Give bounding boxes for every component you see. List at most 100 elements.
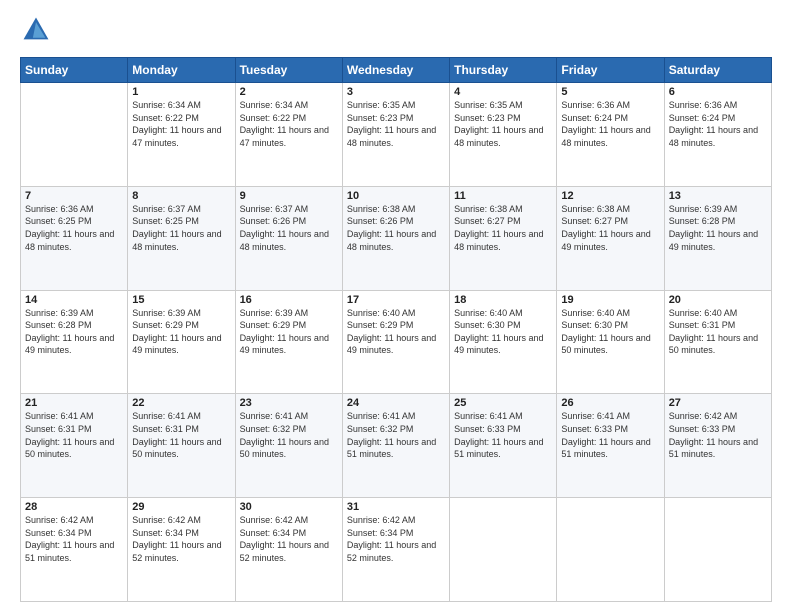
day-number: 14 [25,294,123,306]
day-number: 25 [454,397,552,409]
day-number: 29 [132,501,230,513]
day-info: Sunrise: 6:41 AMSunset: 6:32 PMDaylight:… [347,410,445,460]
day-number: 1 [132,86,230,98]
day-cell: 20 Sunrise: 6:40 AMSunset: 6:31 PMDaylig… [664,290,771,394]
day-info: Sunrise: 6:41 AMSunset: 6:33 PMDaylight:… [454,410,552,460]
logo-icon [22,16,50,44]
day-info: Sunrise: 6:39 AMSunset: 6:28 PMDaylight:… [669,203,767,253]
day-number: 15 [132,294,230,306]
logo [20,16,50,49]
day-cell [21,83,128,187]
day-cell: 5 Sunrise: 6:36 AMSunset: 6:24 PMDayligh… [557,83,664,187]
day-number: 2 [240,86,338,98]
day-cell [450,498,557,602]
day-cell: 22 Sunrise: 6:41 AMSunset: 6:31 PMDaylig… [128,394,235,498]
day-info: Sunrise: 6:34 AMSunset: 6:22 PMDaylight:… [132,99,230,149]
weekday-wednesday: Wednesday [342,58,449,83]
day-cell: 27 Sunrise: 6:42 AMSunset: 6:33 PMDaylig… [664,394,771,498]
day-cell: 14 Sunrise: 6:39 AMSunset: 6:28 PMDaylig… [21,290,128,394]
day-number: 26 [561,397,659,409]
day-cell: 19 Sunrise: 6:40 AMSunset: 6:30 PMDaylig… [557,290,664,394]
day-cell: 3 Sunrise: 6:35 AMSunset: 6:23 PMDayligh… [342,83,449,187]
day-number: 20 [669,294,767,306]
day-info: Sunrise: 6:40 AMSunset: 6:31 PMDaylight:… [669,307,767,357]
day-cell [557,498,664,602]
day-number: 5 [561,86,659,98]
day-info: Sunrise: 6:36 AMSunset: 6:24 PMDaylight:… [561,99,659,149]
day-info: Sunrise: 6:36 AMSunset: 6:24 PMDaylight:… [669,99,767,149]
day-info: Sunrise: 6:38 AMSunset: 6:27 PMDaylight:… [454,203,552,253]
day-number: 22 [132,397,230,409]
calendar-table: SundayMondayTuesdayWednesdayThursdayFrid… [20,57,772,602]
day-cell: 2 Sunrise: 6:34 AMSunset: 6:22 PMDayligh… [235,83,342,187]
weekday-monday: Monday [128,58,235,83]
weekday-friday: Friday [557,58,664,83]
day-cell: 30 Sunrise: 6:42 AMSunset: 6:34 PMDaylig… [235,498,342,602]
day-number: 30 [240,501,338,513]
day-info: Sunrise: 6:39 AMSunset: 6:29 PMDaylight:… [132,307,230,357]
day-cell: 29 Sunrise: 6:42 AMSunset: 6:34 PMDaylig… [128,498,235,602]
day-cell: 6 Sunrise: 6:36 AMSunset: 6:24 PMDayligh… [664,83,771,187]
day-cell: 16 Sunrise: 6:39 AMSunset: 6:29 PMDaylig… [235,290,342,394]
day-cell: 21 Sunrise: 6:41 AMSunset: 6:31 PMDaylig… [21,394,128,498]
day-cell: 28 Sunrise: 6:42 AMSunset: 6:34 PMDaylig… [21,498,128,602]
day-info: Sunrise: 6:41 AMSunset: 6:32 PMDaylight:… [240,410,338,460]
day-cell: 9 Sunrise: 6:37 AMSunset: 6:26 PMDayligh… [235,186,342,290]
day-cell: 4 Sunrise: 6:35 AMSunset: 6:23 PMDayligh… [450,83,557,187]
day-info: Sunrise: 6:42 AMSunset: 6:33 PMDaylight:… [669,410,767,460]
day-info: Sunrise: 6:39 AMSunset: 6:29 PMDaylight:… [240,307,338,357]
day-number: 3 [347,86,445,98]
day-number: 19 [561,294,659,306]
day-cell: 15 Sunrise: 6:39 AMSunset: 6:29 PMDaylig… [128,290,235,394]
day-cell: 18 Sunrise: 6:40 AMSunset: 6:30 PMDaylig… [450,290,557,394]
weekday-tuesday: Tuesday [235,58,342,83]
day-number: 28 [25,501,123,513]
day-info: Sunrise: 6:38 AMSunset: 6:26 PMDaylight:… [347,203,445,253]
week-row-3: 14 Sunrise: 6:39 AMSunset: 6:28 PMDaylig… [21,290,772,394]
day-info: Sunrise: 6:41 AMSunset: 6:31 PMDaylight:… [25,410,123,460]
day-info: Sunrise: 6:37 AMSunset: 6:25 PMDaylight:… [132,203,230,253]
day-cell: 13 Sunrise: 6:39 AMSunset: 6:28 PMDaylig… [664,186,771,290]
day-number: 6 [669,86,767,98]
day-number: 9 [240,190,338,202]
day-number: 4 [454,86,552,98]
day-info: Sunrise: 6:42 AMSunset: 6:34 PMDaylight:… [347,514,445,564]
day-number: 31 [347,501,445,513]
day-cell: 1 Sunrise: 6:34 AMSunset: 6:22 PMDayligh… [128,83,235,187]
week-row-1: 1 Sunrise: 6:34 AMSunset: 6:22 PMDayligh… [21,83,772,187]
day-info: Sunrise: 6:41 AMSunset: 6:33 PMDaylight:… [561,410,659,460]
week-row-2: 7 Sunrise: 6:36 AMSunset: 6:25 PMDayligh… [21,186,772,290]
day-cell: 24 Sunrise: 6:41 AMSunset: 6:32 PMDaylig… [342,394,449,498]
page: SundayMondayTuesdayWednesdayThursdayFrid… [0,0,792,612]
day-number: 10 [347,190,445,202]
week-row-4: 21 Sunrise: 6:41 AMSunset: 6:31 PMDaylig… [21,394,772,498]
day-number: 7 [25,190,123,202]
day-info: Sunrise: 6:35 AMSunset: 6:23 PMDaylight:… [347,99,445,149]
weekday-sunday: Sunday [21,58,128,83]
weekday-thursday: Thursday [450,58,557,83]
day-number: 13 [669,190,767,202]
day-cell: 10 Sunrise: 6:38 AMSunset: 6:26 PMDaylig… [342,186,449,290]
day-info: Sunrise: 6:35 AMSunset: 6:23 PMDaylight:… [454,99,552,149]
day-cell: 7 Sunrise: 6:36 AMSunset: 6:25 PMDayligh… [21,186,128,290]
day-number: 17 [347,294,445,306]
day-info: Sunrise: 6:36 AMSunset: 6:25 PMDaylight:… [25,203,123,253]
day-cell [664,498,771,602]
day-number: 18 [454,294,552,306]
day-cell: 31 Sunrise: 6:42 AMSunset: 6:34 PMDaylig… [342,498,449,602]
day-cell: 23 Sunrise: 6:41 AMSunset: 6:32 PMDaylig… [235,394,342,498]
day-number: 21 [25,397,123,409]
day-cell: 25 Sunrise: 6:41 AMSunset: 6:33 PMDaylig… [450,394,557,498]
day-info: Sunrise: 6:34 AMSunset: 6:22 PMDaylight:… [240,99,338,149]
day-cell: 26 Sunrise: 6:41 AMSunset: 6:33 PMDaylig… [557,394,664,498]
weekday-saturday: Saturday [664,58,771,83]
day-number: 23 [240,397,338,409]
day-info: Sunrise: 6:40 AMSunset: 6:30 PMDaylight:… [561,307,659,357]
day-cell: 12 Sunrise: 6:38 AMSunset: 6:27 PMDaylig… [557,186,664,290]
day-number: 12 [561,190,659,202]
day-info: Sunrise: 6:42 AMSunset: 6:34 PMDaylight:… [25,514,123,564]
day-info: Sunrise: 6:39 AMSunset: 6:28 PMDaylight:… [25,307,123,357]
day-number: 27 [669,397,767,409]
week-row-5: 28 Sunrise: 6:42 AMSunset: 6:34 PMDaylig… [21,498,772,602]
day-info: Sunrise: 6:37 AMSunset: 6:26 PMDaylight:… [240,203,338,253]
